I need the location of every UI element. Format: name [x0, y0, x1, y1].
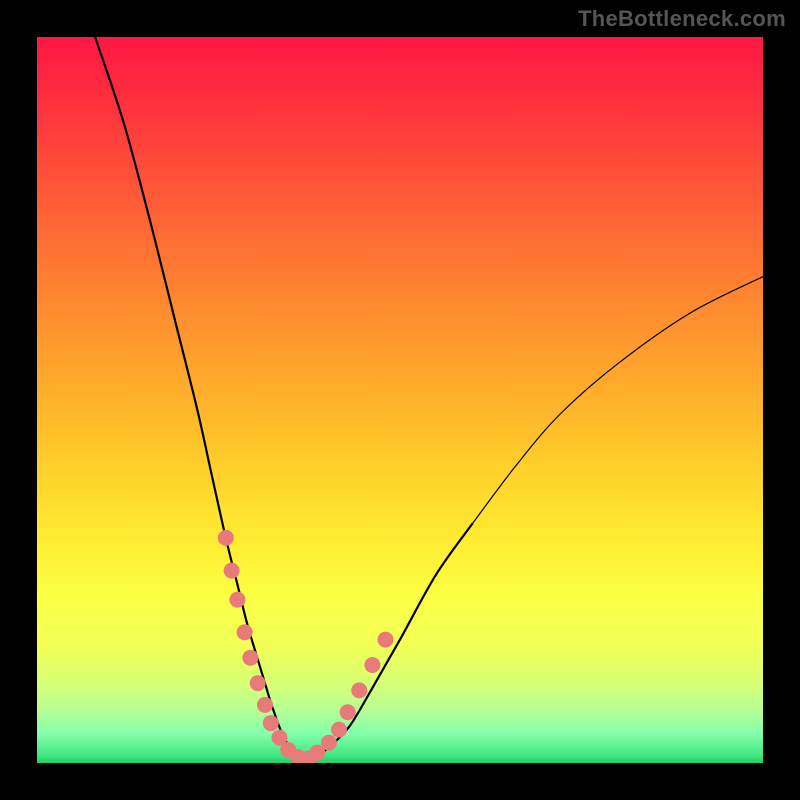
bead-point — [321, 735, 337, 751]
bottleneck-curve — [95, 37, 473, 760]
bead-point — [263, 715, 279, 731]
bead-point — [290, 749, 306, 763]
watermark-label: TheBottleneck.com — [578, 6, 786, 32]
bottleneck-curve-tail — [473, 277, 763, 524]
bead-point — [378, 632, 394, 648]
bead-point — [280, 742, 296, 758]
bead-point — [237, 624, 253, 640]
bead-point — [218, 530, 234, 546]
bead-point — [224, 563, 240, 579]
curve-svg — [37, 37, 763, 763]
bead-point — [331, 722, 347, 738]
bead-point — [301, 751, 317, 763]
bead-point — [340, 704, 356, 720]
bead-point — [272, 730, 288, 746]
chart-stage: TheBottleneck.com — [0, 0, 800, 800]
bead-point — [229, 592, 245, 608]
bead-point — [257, 697, 273, 713]
bead-point — [351, 682, 367, 698]
bead-point — [309, 745, 325, 761]
highlight-beads — [218, 530, 394, 763]
plot-area — [37, 37, 763, 763]
bead-point — [242, 650, 258, 666]
bead-point — [250, 675, 266, 691]
bead-point — [364, 657, 380, 673]
